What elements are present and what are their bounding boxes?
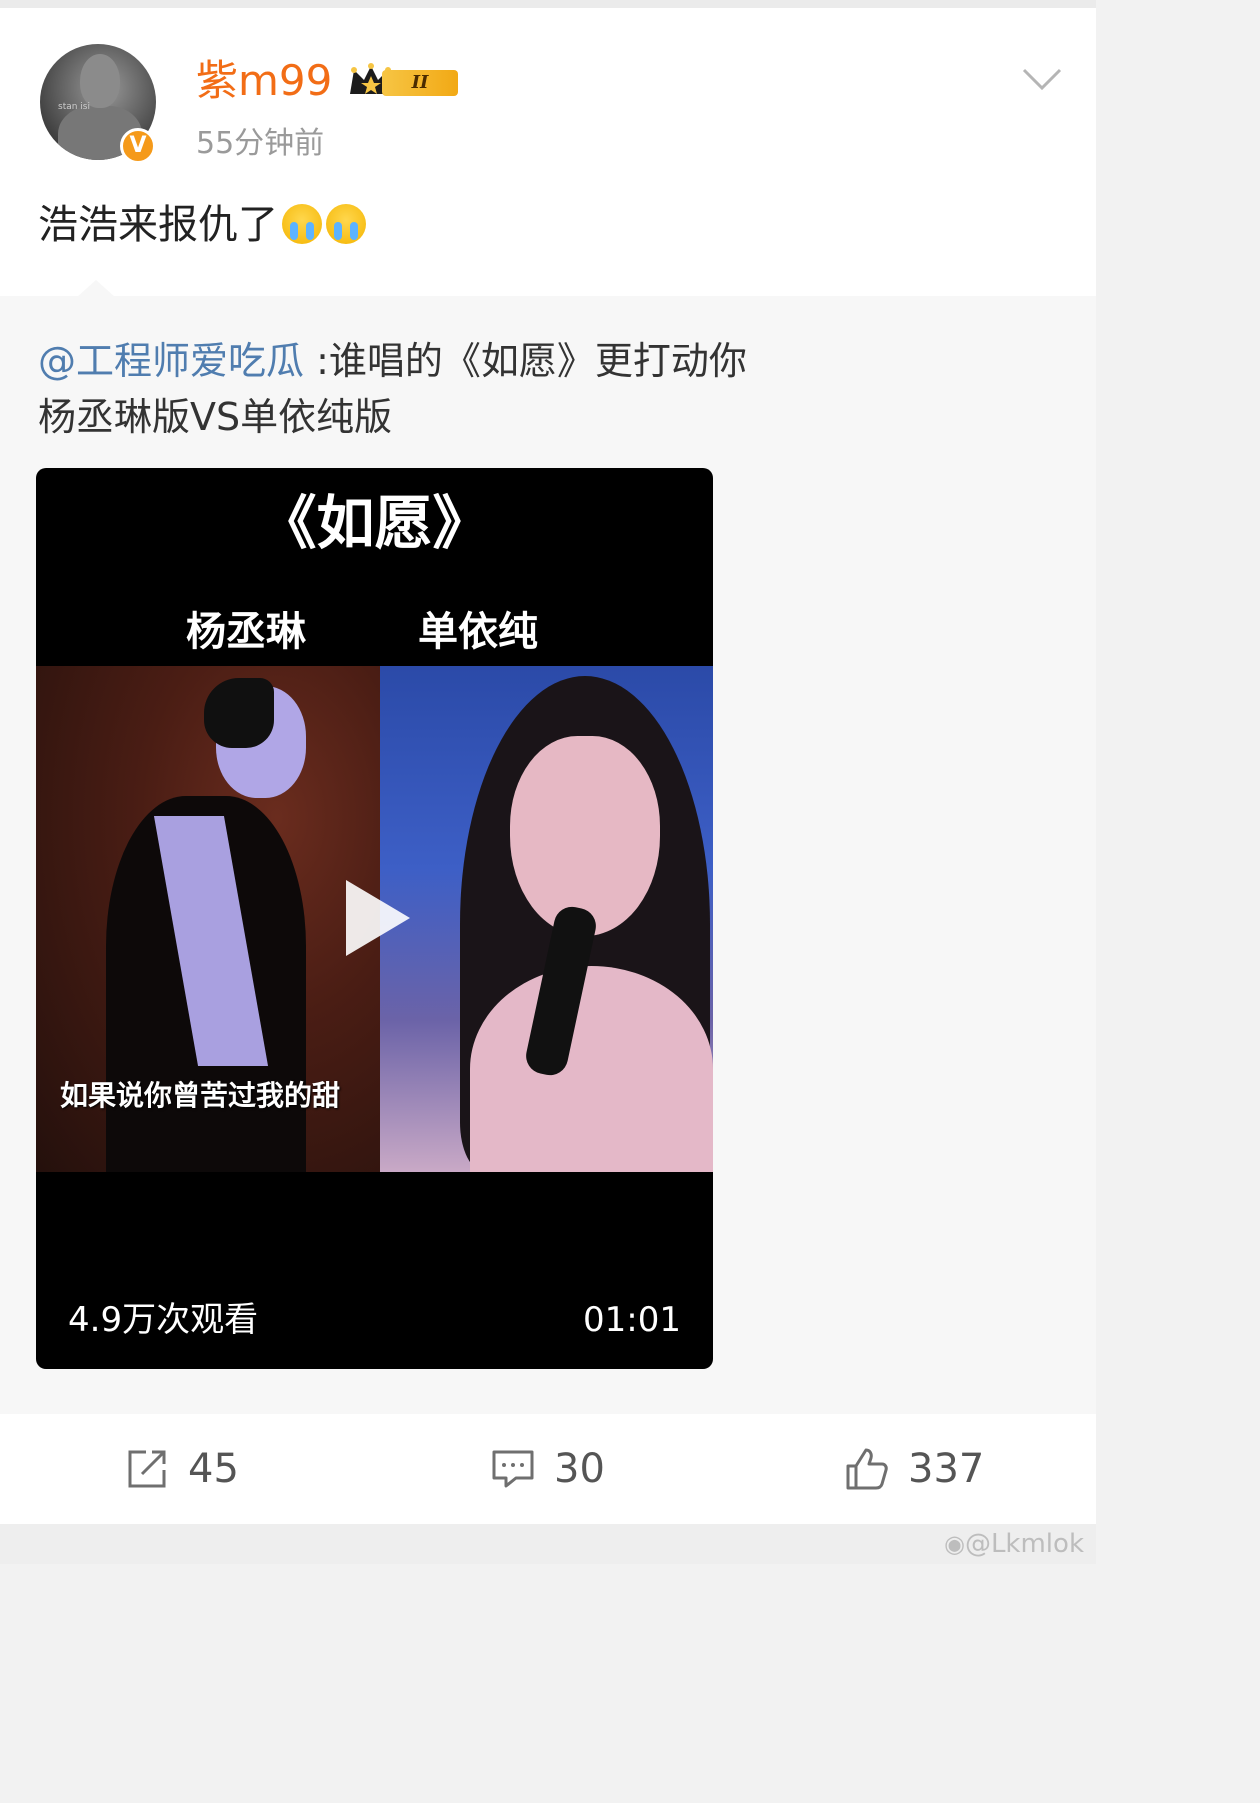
- watermark-text: @Lkmlok: [964, 1529, 1084, 1559]
- comment-button[interactable]: 30: [490, 1414, 605, 1524]
- video-left-name: 杨丞琳: [186, 609, 306, 655]
- play-icon[interactable]: [346, 880, 410, 956]
- comment-count: 30: [554, 1446, 605, 1492]
- avatar-figure-head: [80, 54, 120, 108]
- video-right-name: 单依纯: [418, 609, 538, 655]
- video-player[interactable]: 《如愿》 杨丞琳 单依纯 如果说你曾苦过我的甜 4.9万次观看 01:01: [36, 468, 713, 1369]
- repost-button[interactable]: 45: [124, 1414, 239, 1524]
- crying-face-icon: [282, 204, 322, 244]
- avatar-text: stan isi: [58, 102, 90, 112]
- weibo-logo-icon: ◉: [943, 1530, 965, 1558]
- level-badge[interactable]: II: [346, 60, 464, 102]
- singer-right-shoulder: [470, 966, 713, 1172]
- crying-face-icon: [326, 204, 366, 244]
- like-count: 337: [908, 1446, 985, 1492]
- repost-text-line1: @工程师爱吃瓜 :谁唱的《如愿》更打动你: [38, 336, 747, 386]
- singer-right-face: [510, 736, 660, 936]
- watermark: ◉@Lkmlok: [944, 1524, 1084, 1564]
- action-bar: 45 30 337: [0, 1414, 1096, 1524]
- video-subtitle: 如果说你曾苦过我的甜: [60, 1079, 341, 1112]
- video-duration: 01:01: [583, 1300, 681, 1340]
- verified-badge: V: [120, 128, 156, 164]
- repost-count: 45: [188, 1446, 239, 1492]
- bottom-divider: [0, 1524, 1096, 1564]
- top-divider: [0, 0, 1096, 8]
- like-button[interactable]: 337: [844, 1414, 984, 1524]
- thumbs-up-icon: [846, 1448, 888, 1490]
- video-views: 4.9万次观看: [68, 1300, 259, 1340]
- singer-left-hair: [204, 678, 274, 748]
- video-right-panel: [380, 666, 713, 1172]
- share-icon: [128, 1450, 166, 1488]
- post-text: 浩浩来报仇了: [38, 200, 366, 250]
- username[interactable]: 紫m99: [196, 54, 332, 108]
- post-text-content: 浩浩来报仇了: [38, 202, 278, 248]
- video-title: 《如愿》: [258, 489, 491, 557]
- post-card: [0, 8, 1096, 296]
- repost-notch: [76, 280, 116, 298]
- post-timestamp: 55分钟前: [196, 126, 325, 161]
- repost-text: :谁唱的《如愿》更打动你: [304, 339, 747, 383]
- comment-icon: [492, 1450, 534, 1488]
- repost-text-line2: 杨丞琳版VS单依纯版: [38, 395, 393, 439]
- level-tag: II: [382, 70, 458, 96]
- mention-link[interactable]: @工程师爱吃瓜: [38, 339, 304, 383]
- chevron-down-icon[interactable]: [1022, 64, 1062, 94]
